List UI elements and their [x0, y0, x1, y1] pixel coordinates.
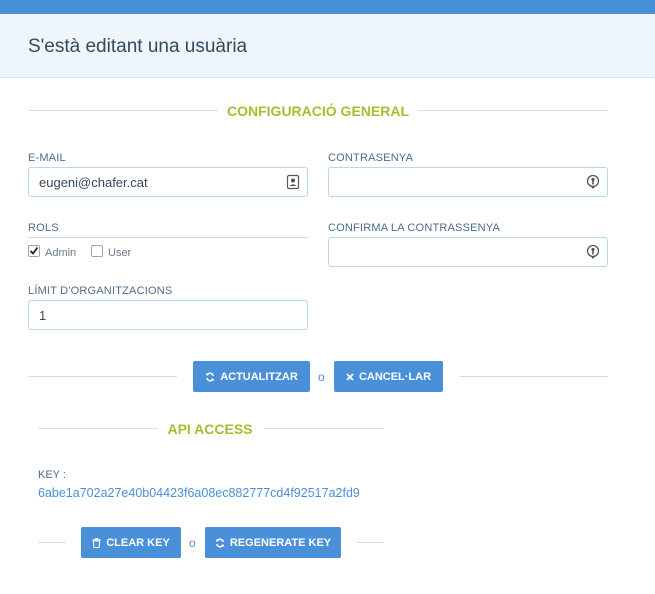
- roles-divider: [28, 237, 308, 238]
- org-limit-label: LÍMIT D'ORGANITZACIONS: [28, 285, 173, 297]
- page-header: S'està editant una usuària: [0, 14, 655, 78]
- confirm-password-field[interactable]: [328, 237, 608, 267]
- cancel-button-label: CANCEL·LAR: [358, 370, 432, 383]
- actions-divider-right: [459, 376, 608, 377]
- roles-label: ROLS: [28, 222, 59, 234]
- org-limit-value: 1: [39, 308, 47, 323]
- update-button[interactable]: ACTUALITZAR: [193, 361, 310, 392]
- api-divider-left: [38, 428, 158, 429]
- email-field[interactable]: eugeni@chafer.cat: [28, 167, 308, 197]
- api-actions-divider-right: [356, 542, 384, 543]
- admin-checkbox[interactable]: [28, 245, 40, 257]
- user-checkbox-label: User: [108, 247, 132, 259]
- trash-icon: [92, 537, 101, 548]
- top-accent-bar: [0, 0, 655, 14]
- contact-card-icon: [286, 174, 300, 190]
- clear-key-button-label: CLEAR KEY: [106, 536, 170, 549]
- actions-divider-left: [28, 376, 177, 377]
- password-key-icon: [586, 244, 600, 259]
- update-button-label: ACTUALITZAR: [220, 370, 298, 383]
- admin-checkbox-label: Admin: [45, 247, 77, 259]
- api-key-label: KEY :: [38, 469, 66, 481]
- section-title-general: CONFIGURACIÓ GENERAL: [227, 103, 409, 119]
- divider-right: [418, 110, 608, 111]
- section-title-api: API ACCESS: [167, 421, 253, 437]
- password-key-icon: [586, 174, 600, 189]
- password-label: CONTRASENYA: [328, 152, 414, 164]
- close-icon: [346, 372, 354, 381]
- or-separator: o: [318, 370, 325, 384]
- api-actions-divider-left: [38, 542, 66, 543]
- org-limit-field[interactable]: 1: [28, 300, 308, 330]
- refresh-icon: [215, 538, 225, 547]
- regenerate-key-button[interactable]: REGENERATE KEY: [205, 527, 341, 558]
- refresh-icon: [205, 372, 215, 381]
- confirm-password-label: CONFIRMA LA CONTRASSENYA: [328, 222, 501, 234]
- cancel-button[interactable]: CANCEL·LAR: [334, 361, 443, 392]
- api-or-separator: o: [189, 536, 196, 550]
- user-checkbox[interactable]: [91, 245, 103, 257]
- api-key-value: 6abe1a702a27e40b04423f6a08ec882777cd4f92…: [38, 486, 360, 500]
- email-value: eugeni@chafer.cat: [39, 175, 148, 190]
- password-field[interactable]: [328, 167, 608, 197]
- clear-key-button[interactable]: CLEAR KEY: [81, 527, 181, 558]
- page-title: S'està editant una usuària: [28, 36, 248, 57]
- api-divider-right: [264, 428, 384, 429]
- regenerate-key-button-label: REGENERATE KEY: [229, 536, 332, 549]
- checkmark-icon: [29, 246, 39, 255]
- email-label: E-MAIL: [28, 152, 66, 164]
- divider-left: [28, 110, 218, 111]
